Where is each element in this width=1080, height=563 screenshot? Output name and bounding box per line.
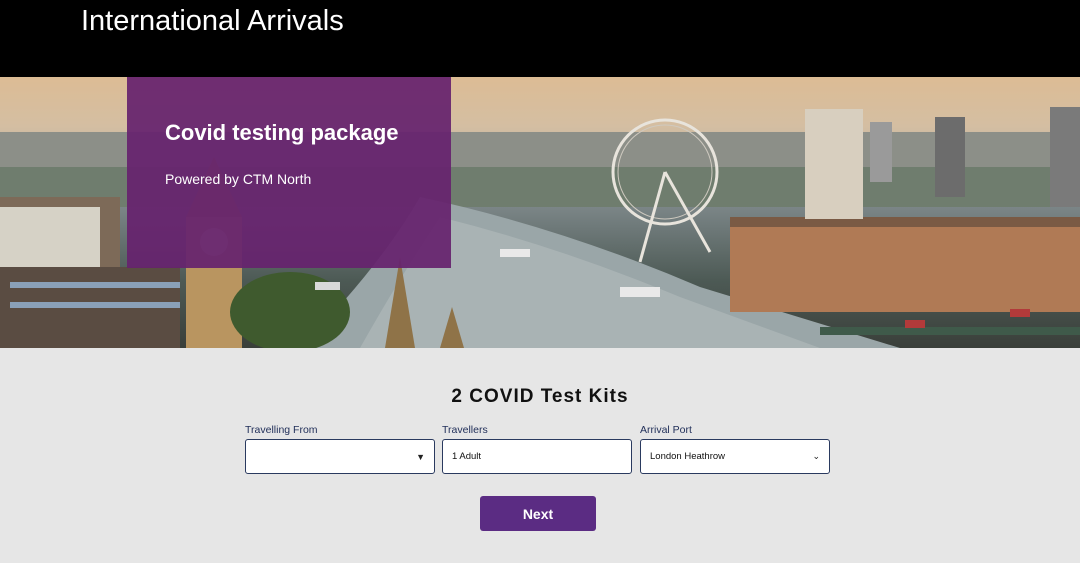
travellers-value: 1 Adult [452,451,482,462]
booking-form: 2 COVID Test Kits Travelling From ▼ Trav… [0,348,1080,563]
arrival-port-select[interactable]: London Heathrow ⌄ [640,439,830,474]
travellers-label: Travellers [442,424,488,436]
hero-subheading: Powered by CTM North [165,171,312,187]
travelling-from-select[interactable]: ▼ [245,439,435,474]
chevron-down-icon: ⌄ [812,451,820,461]
hero-heading: Covid testing package [165,120,399,145]
caret-down-icon: ▼ [416,451,425,462]
top-bar: International Arrivals [0,0,1080,77]
form-title: 2 COVID Test Kits [451,386,629,407]
travellers-field: Travellers 1 Adult [442,424,632,474]
site-title: International Arrivals [81,5,344,37]
hero-panel: Covid testing package Powered by CTM Nor… [127,77,451,268]
arrival-port-value: London Heathrow [650,451,725,462]
next-button[interactable]: Next [480,496,596,531]
travelling-from-label: Travelling From [245,424,318,436]
travelling-from-field: Travelling From ▼ [245,424,435,474]
travellers-input[interactable]: 1 Adult [442,439,632,474]
arrival-port-label: Arrival Port [640,424,692,436]
arrival-port-field: Arrival Port London Heathrow ⌄ [640,424,830,474]
